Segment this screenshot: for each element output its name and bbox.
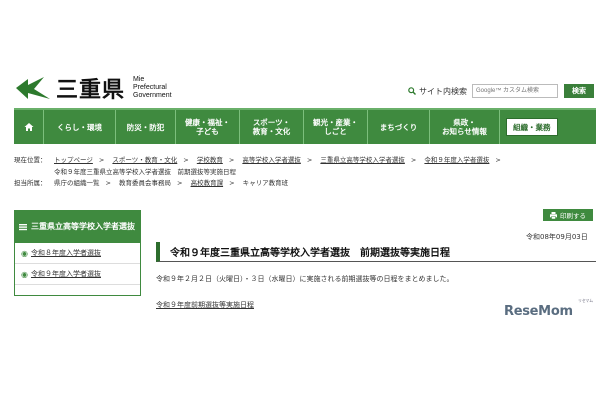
menu-icon: [19, 224, 27, 231]
sidebar-item-r9[interactable]: ◉ 令和９年度入学者選抜: [15, 264, 140, 285]
nav-tourism[interactable]: 観光・産業・ しごと: [304, 110, 368, 144]
nav-prefgov[interactable]: 県政・ お知らせ情報: [430, 110, 500, 144]
breadcrumb: 現在位置： トップページ > スポーツ・教育・文化 > 学校教育 > 高等学校入学者選…: [14, 155, 599, 190]
print-button[interactable]: 印刷する: [543, 209, 593, 221]
breadcrumb-link[interactable]: 高等学校入学者選抜: [242, 156, 301, 164]
sidebar-item-r8[interactable]: ◉ 令和８年度入学者選抜: [15, 243, 140, 264]
arrow-bullet-icon: ◉: [21, 269, 28, 279]
breadcrumb-label: 現在位置：: [14, 156, 47, 164]
nav-living[interactable]: くらし・環境: [44, 110, 116, 144]
breadcrumb-link[interactable]: トップページ: [54, 156, 93, 164]
search-button[interactable]: 検索: [564, 84, 594, 98]
nav-town[interactable]: まちづくり: [368, 110, 430, 144]
search-input[interactable]: [472, 84, 558, 98]
department-label: 担当所属：: [14, 179, 47, 187]
site-search: サイト内検索 検索: [408, 84, 594, 98]
body-text: 令和９年２月２日（火曜日）・３日（水曜日）に実施される前期選抜等の日程をまとめま…: [156, 275, 454, 283]
breadcrumb-link[interactable]: 三重県立高等学校入学者選抜: [320, 156, 405, 164]
resemom-watermark: ReseMom リセマム: [504, 298, 593, 319]
breadcrumb-link[interactable]: 令和９年度入学者選抜: [424, 156, 489, 164]
search-icon: [408, 87, 416, 95]
sidebar: 三重県立高等学校入学者選抜 ◉ 令和８年度入学者選抜 ◉ 令和９年度入学者選抜: [14, 210, 141, 296]
mie-logo-icon: [16, 77, 50, 99]
nav-health[interactable]: 健康・福祉・ 子ども: [176, 110, 240, 144]
printer-icon: [550, 211, 557, 219]
nav-home[interactable]: [14, 110, 44, 144]
publish-date: 令和08年09月03日: [526, 233, 588, 241]
search-label: サイト内検索: [408, 86, 467, 97]
nav-sports[interactable]: スポーツ・ 教育・文化: [240, 110, 304, 144]
breadcrumb-current: 令和９年度三重県立高等学校入学者選抜 前期選抜等実施日程: [54, 167, 236, 176]
department-link[interactable]: 高校教育課: [191, 179, 224, 187]
home-icon: [24, 123, 33, 131]
global-nav: くらし・環境 防災・防犯 健康・福祉・ 子ども スポーツ・ 教育・文化 観光・産業・…: [14, 108, 596, 144]
breadcrumb-link[interactable]: スポーツ・教育・文化: [112, 156, 177, 164]
department-item[interactable]: 教育委員会事務局: [119, 179, 171, 187]
arrow-bullet-icon: ◉: [21, 248, 28, 258]
sidebar-title: 三重県立高等学校入学者選抜: [15, 211, 140, 243]
site-logo[interactable]: 三重県 Mie Prefectural Government: [14, 72, 172, 104]
logo-name: 三重県: [56, 77, 126, 103]
page-title: 令和９年度三重県立高等学校入学者選抜 前期選抜等実施日程: [156, 242, 596, 262]
department-item: キャリア教育班: [242, 179, 289, 187]
breadcrumb-link[interactable]: 学校教育: [197, 156, 223, 164]
department-item[interactable]: 県庁の組織一覧: [54, 179, 100, 187]
logo-english: Mie Prefectural Government: [133, 76, 172, 99]
schedule-link[interactable]: 令和９年度前期選抜等実施日程: [156, 300, 254, 310]
nav-organization[interactable]: 組織・業務: [506, 118, 558, 136]
nav-disaster[interactable]: 防災・防犯: [116, 110, 176, 144]
